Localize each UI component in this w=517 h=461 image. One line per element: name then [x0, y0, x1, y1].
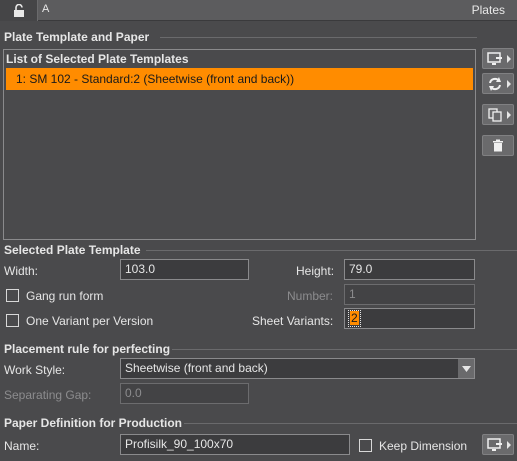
- add-plate-template-button[interactable]: [482, 48, 514, 69]
- section-title-placement-rule: Placement rule for perfecting: [4, 342, 171, 356]
- divider: [172, 349, 517, 350]
- list-item-selected[interactable]: 1: SM 102 - Standard:2 (Sheetwise (front…: [6, 68, 473, 90]
- number-input: 1: [344, 284, 475, 305]
- number-label: Number:: [287, 289, 334, 303]
- tab-a[interactable]: A: [42, 3, 49, 15]
- name-label: Name:: [4, 439, 40, 453]
- separating-gap-label: Separating Gap:: [4, 388, 92, 402]
- panel-title: Plates: [471, 3, 505, 17]
- copy-button[interactable]: [482, 104, 514, 125]
- separating-gap-input: 0.0: [120, 383, 249, 404]
- plate-template-list[interactable]: List of Selected Plate Templates 1: SM 1…: [3, 49, 476, 240]
- work-style-label: Work Style:: [4, 363, 66, 377]
- gang-run-checkbox[interactable]: [6, 289, 19, 302]
- one-variant-checkbox[interactable]: [6, 314, 19, 327]
- sheet-variants-label: Sheet Variants:: [252, 314, 334, 328]
- work-style-select[interactable]: Sheetwise (front and back): [120, 358, 475, 379]
- lock-button[interactable]: [0, 0, 38, 21]
- keep-dimension-label: Keep Dimension: [379, 439, 468, 453]
- caret-down-icon: [458, 359, 474, 378]
- lock-open-icon: [13, 3, 24, 17]
- text-cursor-focus: 2: [348, 310, 361, 327]
- gang-run-label: Gang run form: [26, 289, 104, 303]
- divider: [160, 37, 477, 38]
- work-style-value: Sheetwise (front and back): [125, 361, 268, 375]
- divider: [146, 250, 517, 251]
- height-label: Height:: [296, 264, 335, 278]
- height-input[interactable]: 79.0: [344, 259, 475, 280]
- width-input[interactable]: 103.0: [120, 259, 249, 280]
- monitor-add-icon: [487, 51, 502, 65]
- width-label: Width:: [4, 264, 39, 278]
- keep-dimension-checkbox[interactable]: [359, 439, 372, 452]
- copy-icon: [488, 107, 502, 122]
- monitor-add-icon: [487, 437, 502, 451]
- sheet-variants-value: 2: [350, 311, 359, 325]
- window-header: A Plates: [0, 0, 517, 21]
- caret-right-icon: [507, 55, 511, 63]
- caret-right-icon: [507, 80, 511, 88]
- paper-select-button[interactable]: [482, 434, 514, 455]
- sheet-variants-input[interactable]: 2: [344, 308, 475, 329]
- refresh-button[interactable]: [482, 73, 514, 94]
- caret-right-icon: [507, 441, 511, 449]
- paper-name-input[interactable]: Profisilk_90_100x70: [120, 434, 350, 455]
- list-header: List of Selected Plate Templates: [6, 52, 189, 66]
- section-title-plate-template: Plate Template and Paper: [4, 30, 150, 44]
- caret-right-icon: [507, 111, 511, 119]
- divider: [184, 423, 517, 424]
- trash-icon: [493, 139, 503, 152]
- section-title-selected-plate: Selected Plate Template: [4, 243, 141, 257]
- refresh-icon: [489, 76, 501, 91]
- section-title-paper-definition: Paper Definition for Production: [4, 416, 183, 430]
- one-variant-label: One Variant per Version: [26, 314, 154, 328]
- delete-button[interactable]: [482, 135, 514, 156]
